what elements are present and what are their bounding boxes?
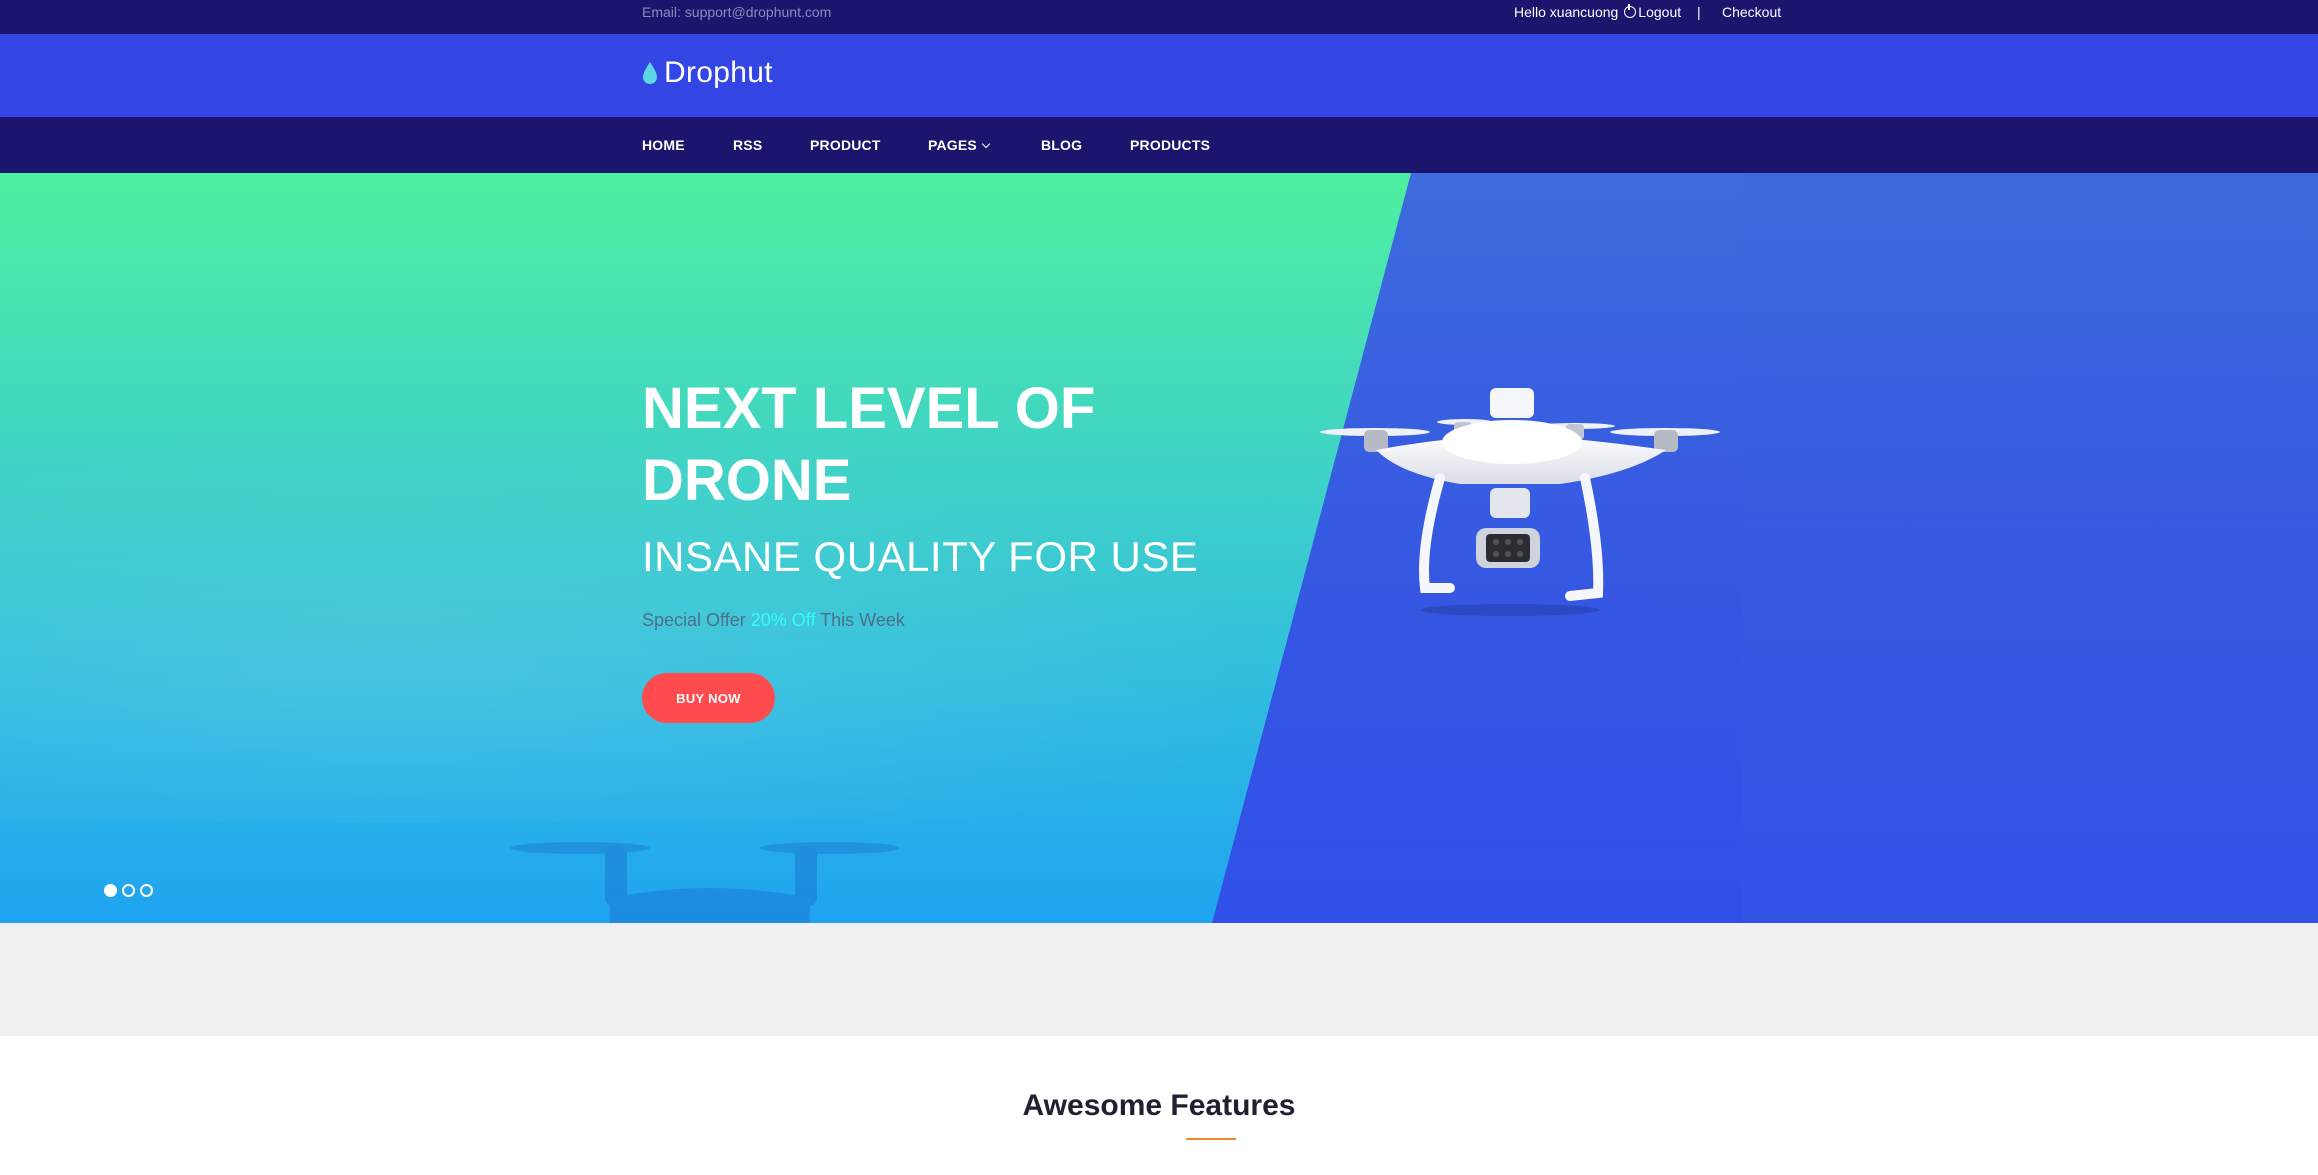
offer-suffix: This Week xyxy=(820,610,905,630)
offer-prefix: Special Offer xyxy=(642,610,746,630)
nav-rss[interactable]: RSS xyxy=(733,137,762,153)
buy-now-button[interactable]: BUY NOW xyxy=(642,673,775,723)
hero-subtitle: INSANE QUALITY FOR USE xyxy=(642,533,1199,580)
water-drop-icon xyxy=(643,62,657,84)
nav-products[interactable]: PRODUCTS xyxy=(1130,137,1210,153)
title-underline xyxy=(1186,1138,1236,1140)
grey-band xyxy=(0,923,2318,1036)
brand-name: Drophut xyxy=(664,56,773,89)
slider-dot-1[interactable] xyxy=(104,884,117,897)
nav-pages-label: PAGES xyxy=(928,137,977,153)
nav-blog[interactable]: BLOG xyxy=(1041,137,1082,153)
logout-link[interactable]: Logout xyxy=(1638,4,1681,20)
special-offer: Special Offer 20% Off This Week xyxy=(642,609,905,631)
user-area: Hello xuancuong Logout xyxy=(1514,4,1681,20)
brand-bar: Drophut xyxy=(0,34,2318,117)
nav-home[interactable]: HOME xyxy=(642,137,685,153)
site-logo[interactable]: Drophut xyxy=(642,56,773,90)
nav-product[interactable]: PRODUCT xyxy=(810,137,881,153)
features-title: Awesome Features xyxy=(1022,1089,1296,1122)
offer-highlight: 20% Off xyxy=(750,610,816,630)
background-drone-image xyxy=(510,842,900,923)
chevron-down-icon xyxy=(981,139,991,149)
separator: | xyxy=(1697,4,1701,20)
drone-image xyxy=(1320,388,1720,616)
support-email: Email: support@drophunt.com xyxy=(642,4,832,20)
user-greeting: Hello xuancuong xyxy=(1514,4,1619,20)
slider-dot-2[interactable] xyxy=(122,884,135,897)
hero-title: NEXT LEVEL OF DRONE xyxy=(642,376,1096,513)
slider-dot-3[interactable] xyxy=(140,884,153,897)
checkout-link[interactable]: Checkout xyxy=(1722,4,1781,20)
top-bar: Email: support@drophunt.com Hello xuancu… xyxy=(0,0,2318,34)
hero-blue-overlay xyxy=(1742,173,2318,923)
power-icon xyxy=(1624,4,1637,18)
slider-dots xyxy=(104,884,153,897)
nav-pages[interactable]: PAGES xyxy=(928,137,991,153)
hero-slider: NEXT LEVEL OF DRONE INSANE QUALITY FOR U… xyxy=(0,173,2318,923)
main-nav: HOME RSS PRODUCT PAGES BLOG PRODUCTS xyxy=(0,117,2318,173)
